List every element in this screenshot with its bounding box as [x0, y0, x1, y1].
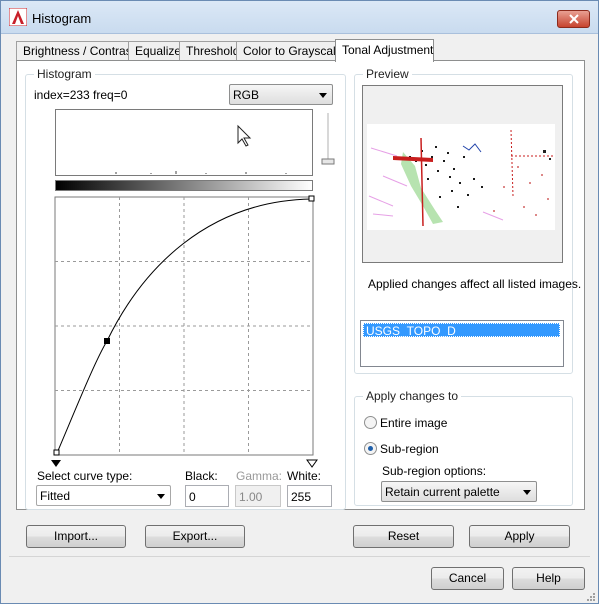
autocad-app-icon [9, 8, 27, 26]
curve-type-select[interactable]: Fitted [36, 485, 171, 506]
tonal-adjustment-panel: Histogram index=233 freq=0 RGB Select cu… [16, 60, 585, 510]
subregion-options-label: Sub-region options: [382, 464, 487, 478]
curve-type-value: Fitted [40, 489, 71, 503]
preview-image [362, 85, 563, 263]
chevron-down-icon [157, 494, 165, 499]
channel-select[interactable]: RGB [229, 84, 333, 105]
histogram-info: index=233 freq=0 [34, 88, 128, 102]
title-bar: Histogram [1, 1, 598, 34]
black-label: Black: [185, 469, 218, 483]
tab-equalize[interactable]: Equalize [128, 41, 181, 61]
white-point-marker-icon [306, 459, 318, 468]
subregion-options-value: Retain current palette [385, 485, 500, 499]
histogram-dialog: Histogram Brightness / Contrast Equalize… [0, 0, 599, 604]
histogram-scale-slider[interactable] [321, 113, 335, 169]
import-button[interactable]: Import... [26, 525, 126, 548]
curve-white-point [308, 195, 315, 202]
histogram-bars [115, 124, 287, 174]
list-item[interactable]: USGS_TOPO_D [363, 323, 560, 338]
chevron-down-icon [523, 490, 531, 495]
histogram-group-label: Histogram [34, 67, 95, 81]
export-button[interactable]: Export... [145, 525, 245, 548]
preview-group-label: Preview [363, 67, 412, 81]
curve-control-point [104, 338, 110, 344]
subregion-options-select[interactable]: Retain current palette [381, 481, 537, 502]
gamma-input: 1.00 [235, 485, 281, 507]
topo-map-thumbnail [363, 86, 562, 262]
mouse-cursor-icon [237, 124, 252, 147]
gamma-label: Gamma: [236, 469, 283, 483]
sub-region-radio[interactable] [364, 442, 377, 455]
close-button[interactable] [557, 10, 590, 28]
resize-grip-icon[interactable] [585, 591, 597, 603]
entire-image-label[interactable]: Entire image [380, 416, 447, 430]
black-point-marker-icon [51, 460, 61, 467]
entire-image-radio[interactable] [364, 416, 377, 429]
histogram-display [55, 109, 313, 176]
reset-button[interactable]: Reset [353, 525, 454, 548]
tab-brightness-contrast[interactable]: Brightness / Contrast [16, 41, 135, 61]
curve-black-point [53, 449, 60, 456]
window-title: Histogram [32, 11, 92, 26]
apply-button[interactable]: Apply [469, 525, 570, 548]
tone-curve-editor[interactable] [47, 191, 327, 469]
sub-region-label[interactable]: Sub-region [380, 442, 439, 456]
radio-selected-dot [368, 446, 373, 451]
black-input[interactable]: 0 [185, 485, 229, 507]
white-label: White: [287, 469, 322, 483]
tone-gradient-bar [55, 180, 313, 191]
image-listbox[interactable]: USGS_TOPO_D [360, 320, 564, 367]
curve-type-label: Select curve type: [37, 469, 133, 483]
separator [9, 556, 590, 557]
white-input[interactable]: 255 [287, 485, 332, 507]
apply-changes-group-label: Apply changes to [363, 389, 462, 403]
preview-note: Applied changes affect all listed images… [368, 277, 582, 291]
channel-select-value: RGB [233, 88, 260, 102]
chevron-down-icon [319, 93, 327, 98]
tab-color-to-grayscale[interactable]: Color to Grayscale [236, 41, 342, 61]
help-button[interactable]: Help [512, 567, 585, 590]
tab-tonal-adjustment[interactable]: Tonal Adjustment [335, 39, 434, 62]
close-icon [568, 14, 579, 24]
tab-threshold[interactable]: Threshold [179, 41, 239, 61]
cancel-button[interactable]: Cancel [431, 567, 504, 590]
